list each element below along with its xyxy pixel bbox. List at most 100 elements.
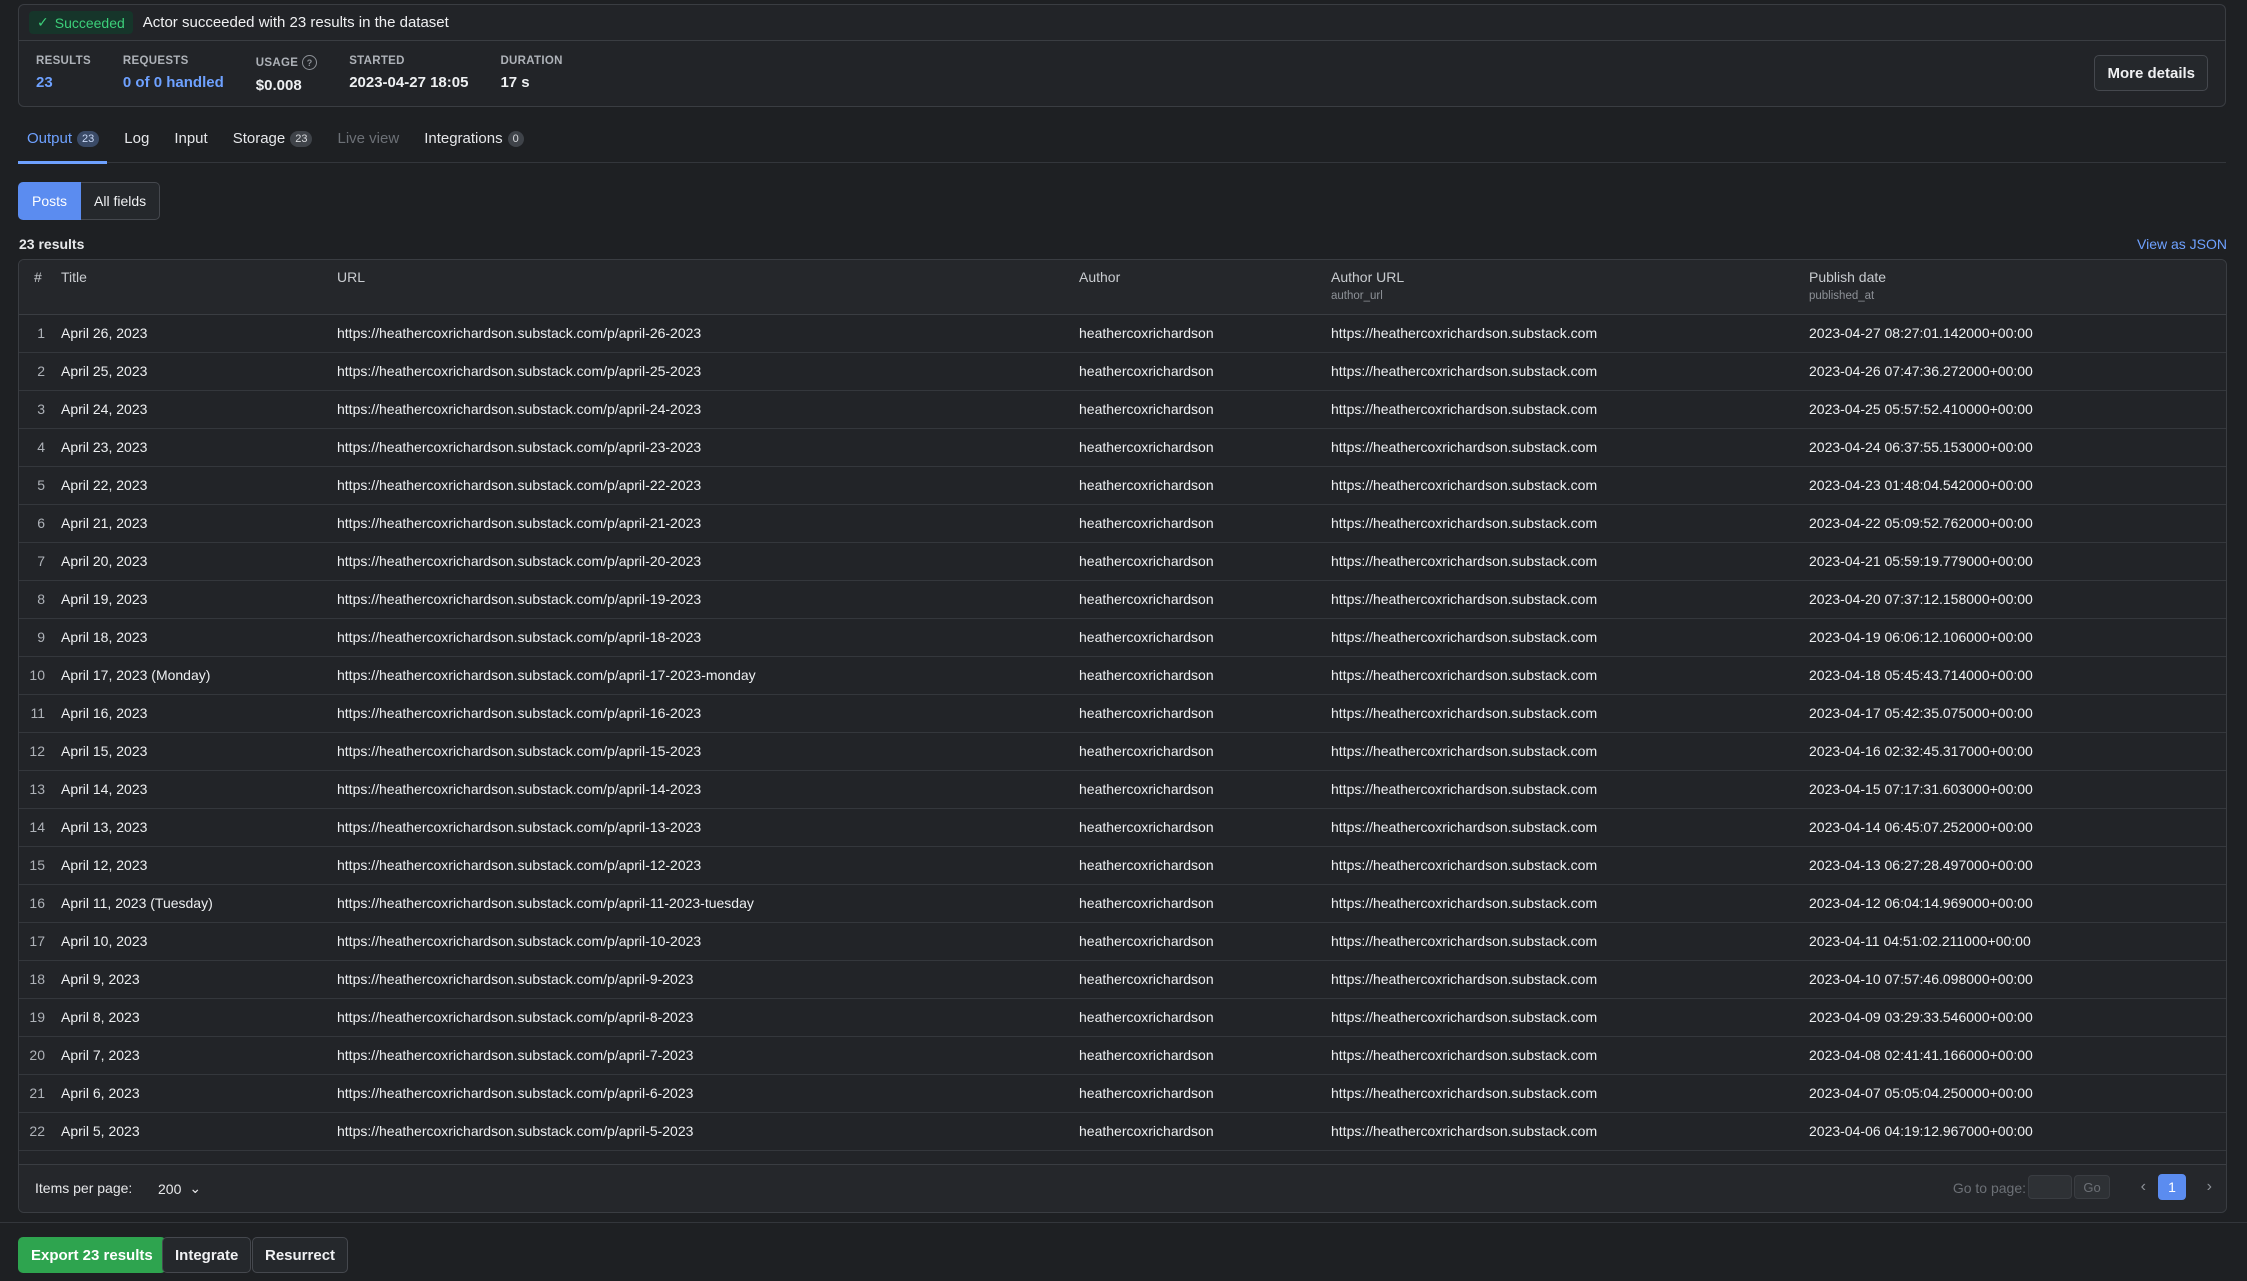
- chevron-left-icon[interactable]: ‹: [2141, 1178, 2146, 1196]
- row-number: 20: [29, 1047, 45, 1063]
- current-page-button[interactable]: 1: [2158, 1174, 2186, 1200]
- cell-url[interactable]: https://heathercoxrichardson.substack.co…: [337, 1009, 693, 1025]
- cell-title: April 17, 2023 (Monday): [61, 667, 211, 683]
- items-per-page-select[interactable]: 200 ⌄: [158, 1180, 201, 1197]
- table-header: # Title URL Author Author URL author_url…: [19, 260, 2226, 315]
- run-tabs: Output 23 Log Input Storage 23 Live view…: [18, 126, 2226, 164]
- cell-author-url[interactable]: https://heathercoxrichardson.substack.co…: [1331, 857, 1597, 873]
- cell-publish-date: 2023-04-26 07:47:36.272000+00:00: [1809, 363, 2033, 379]
- cell-url[interactable]: https://heathercoxrichardson.substack.co…: [337, 1085, 693, 1101]
- cell-url[interactable]: https://heathercoxrichardson.substack.co…: [337, 1047, 693, 1063]
- cell-url[interactable]: https://heathercoxrichardson.substack.co…: [337, 629, 701, 645]
- table-row: 20 April 7, 2023 https://heathercoxrichard…: [19, 1037, 2226, 1075]
- all-fields-view-button[interactable]: All fields: [81, 182, 161, 220]
- cell-author-url[interactable]: https://heathercoxrichardson.substack.co…: [1331, 515, 1597, 531]
- cell-url[interactable]: https://heathercoxrichardson.substack.co…: [337, 933, 701, 949]
- tab-log[interactable]: Log: [115, 126, 157, 161]
- cell-author: heathercoxrichardson: [1079, 629, 1214, 645]
- cell-author-url[interactable]: https://heathercoxrichardson.substack.co…: [1331, 971, 1597, 987]
- row-number: 18: [29, 971, 45, 987]
- go-button[interactable]: Go: [2074, 1175, 2110, 1199]
- cell-author-url[interactable]: https://heathercoxrichardson.substack.co…: [1331, 363, 1597, 379]
- tab-integrations[interactable]: Integrations 0: [415, 126, 532, 161]
- cell-author-url[interactable]: https://heathercoxrichardson.substack.co…: [1331, 933, 1597, 949]
- table-row: 5 April 22, 2023 https://heathercoxrichard…: [19, 467, 2226, 505]
- cell-url[interactable]: https://heathercoxrichardson.substack.co…: [337, 819, 701, 835]
- cell-publish-date: 2023-04-19 06:06:12.106000+00:00: [1809, 629, 2033, 645]
- column-header-publish-date[interactable]: Publish date published_at: [1809, 269, 1886, 302]
- column-header-author-url[interactable]: Author URL author_url: [1331, 269, 1404, 302]
- more-details-button[interactable]: More details: [2094, 55, 2208, 91]
- cell-url[interactable]: https://heathercoxrichardson.substack.co…: [337, 895, 754, 911]
- export-results-button[interactable]: Export 23 results: [18, 1237, 166, 1273]
- help-icon[interactable]: ?: [302, 55, 318, 70]
- table-row: 13 April 14, 2023 https://heathercoxrichar…: [19, 771, 2226, 809]
- results-count: 23 results: [19, 236, 85, 252]
- cell-url[interactable]: https://heathercoxrichardson.substack.co…: [337, 781, 701, 797]
- tab-storage[interactable]: Storage 23: [224, 126, 321, 161]
- results-link[interactable]: 23: [36, 74, 91, 91]
- table-row: 17 April 10, 2023 https://heathercoxrichar…: [19, 923, 2226, 961]
- cell-url[interactable]: https://heathercoxrichardson.substack.co…: [337, 1123, 693, 1139]
- cell-url[interactable]: https://heathercoxrichardson.substack.co…: [337, 477, 701, 493]
- cell-author-url[interactable]: https://heathercoxrichardson.substack.co…: [1331, 401, 1597, 417]
- cell-url[interactable]: https://heathercoxrichardson.substack.co…: [337, 857, 701, 873]
- cell-author-url[interactable]: https://heathercoxrichardson.substack.co…: [1331, 629, 1597, 645]
- stat-started: STARTED 2023-04-27 18:05: [349, 55, 469, 91]
- column-header-author[interactable]: Author: [1079, 269, 1120, 285]
- cell-url[interactable]: https://heathercoxrichardson.substack.co…: [337, 439, 701, 455]
- cell-url[interactable]: https://heathercoxrichardson.substack.co…: [337, 325, 701, 341]
- cell-author-url[interactable]: https://heathercoxrichardson.substack.co…: [1331, 439, 1597, 455]
- cell-url[interactable]: https://heathercoxrichardson.substack.co…: [337, 971, 693, 987]
- cell-author-url[interactable]: https://heathercoxrichardson.substack.co…: [1331, 553, 1597, 569]
- cell-author-url[interactable]: https://heathercoxrichardson.substack.co…: [1331, 705, 1597, 721]
- chevron-right-icon[interactable]: ›: [2207, 1178, 2212, 1196]
- cell-author-url[interactable]: https://heathercoxrichardson.substack.co…: [1331, 781, 1597, 797]
- cell-title: April 8, 2023: [61, 1009, 140, 1025]
- cell-url[interactable]: https://heathercoxrichardson.substack.co…: [337, 743, 701, 759]
- cell-url[interactable]: https://heathercoxrichardson.substack.co…: [337, 553, 701, 569]
- cell-author-url[interactable]: https://heathercoxrichardson.substack.co…: [1331, 895, 1597, 911]
- tab-input[interactable]: Input: [165, 126, 215, 161]
- cell-author-url[interactable]: https://heathercoxrichardson.substack.co…: [1331, 1123, 1597, 1139]
- cell-author-url[interactable]: https://heathercoxrichardson.substack.co…: [1331, 325, 1597, 341]
- cell-url[interactable]: https://heathercoxrichardson.substack.co…: [337, 667, 756, 683]
- resurrect-button[interactable]: Resurrect: [252, 1237, 349, 1273]
- integrate-button[interactable]: Integrate: [162, 1237, 252, 1273]
- view-as-json-link[interactable]: View as JSON: [2137, 236, 2227, 252]
- row-number: 12: [29, 743, 45, 759]
- row-number: 13: [29, 781, 45, 797]
- cell-author-url[interactable]: https://heathercoxrichardson.substack.co…: [1331, 1047, 1597, 1063]
- cell-title: April 10, 2023: [61, 933, 148, 949]
- posts-view-button[interactable]: Posts: [18, 182, 82, 220]
- cell-author: heathercoxrichardson: [1079, 553, 1214, 569]
- cell-url[interactable]: https://heathercoxrichardson.substack.co…: [337, 401, 701, 417]
- cell-url[interactable]: https://heathercoxrichardson.substack.co…: [337, 705, 701, 721]
- cell-author: heathercoxrichardson: [1079, 819, 1214, 835]
- cell-title: April 25, 2023: [61, 363, 148, 379]
- cell-author-url[interactable]: https://heathercoxrichardson.substack.co…: [1331, 591, 1597, 607]
- cell-url[interactable]: https://heathercoxrichardson.substack.co…: [337, 363, 701, 379]
- cell-publish-date: 2023-04-22 05:09:52.762000+00:00: [1809, 515, 2033, 531]
- cell-author-url[interactable]: https://heathercoxrichardson.substack.co…: [1331, 1009, 1597, 1025]
- cell-url[interactable]: https://heathercoxrichardson.substack.co…: [337, 515, 701, 531]
- cell-author-url[interactable]: https://heathercoxrichardson.substack.co…: [1331, 477, 1597, 493]
- tab-output[interactable]: Output 23: [18, 126, 108, 164]
- cell-author-url[interactable]: https://heathercoxrichardson.substack.co…: [1331, 743, 1597, 759]
- requests-link[interactable]: 0 of 0 handled: [123, 74, 224, 91]
- cell-title: April 21, 2023: [61, 515, 148, 531]
- row-number: 15: [29, 857, 45, 873]
- row-number: 16: [29, 895, 45, 911]
- column-header-url[interactable]: URL: [337, 269, 365, 285]
- cell-author-url[interactable]: https://heathercoxrichardson.substack.co…: [1331, 819, 1597, 835]
- cell-author-url[interactable]: https://heathercoxrichardson.substack.co…: [1331, 667, 1597, 683]
- cell-publish-date: 2023-04-17 05:42:35.075000+00:00: [1809, 705, 2033, 721]
- cell-url[interactable]: https://heathercoxrichardson.substack.co…: [337, 591, 701, 607]
- go-to-page-input[interactable]: [2028, 1175, 2072, 1199]
- cell-title: April 5, 2023: [61, 1123, 140, 1139]
- table-row: 15 April 12, 2023 https://heathercoxrichar…: [19, 847, 2226, 885]
- row-number: 1: [37, 325, 45, 341]
- table-row: 19 April 8, 2023 https://heathercoxrichard…: [19, 999, 2226, 1037]
- column-header-title[interactable]: Title: [61, 269, 87, 285]
- cell-author-url[interactable]: https://heathercoxrichardson.substack.co…: [1331, 1085, 1597, 1101]
